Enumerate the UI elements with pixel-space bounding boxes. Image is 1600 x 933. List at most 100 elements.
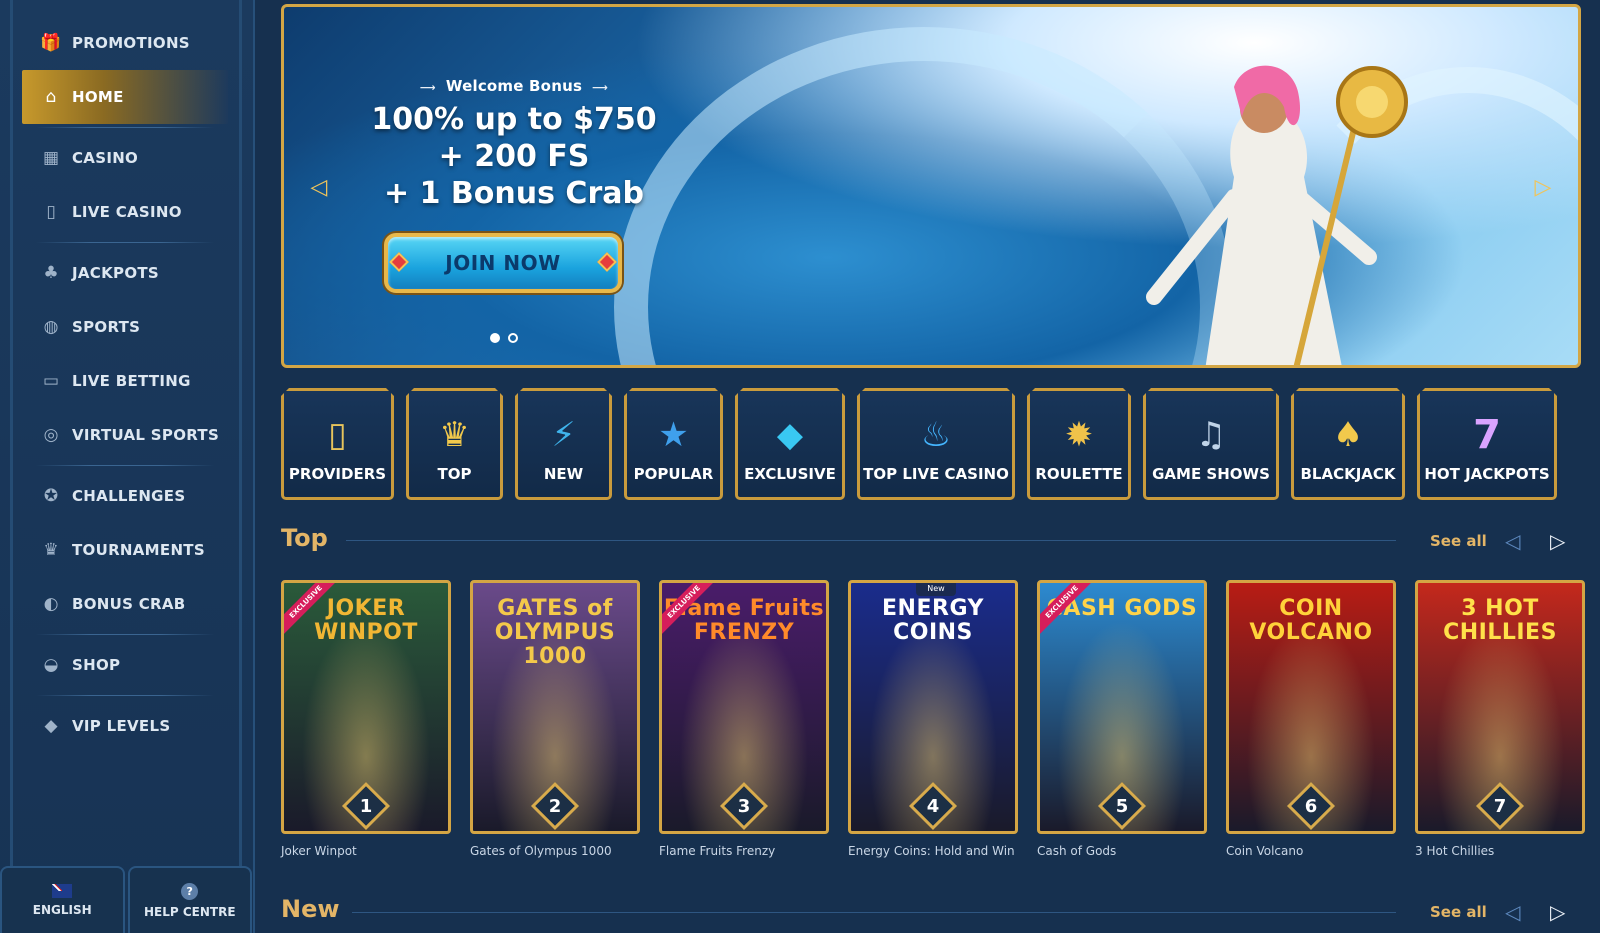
banner-subtitle: Welcome Bonus	[369, 77, 659, 95]
new-badge: New	[916, 583, 956, 596]
category-providers[interactable]: ▯ PROVIDERS	[281, 388, 394, 500]
category-top[interactable]: ♛ TOP	[406, 388, 503, 500]
trophy-icon: ♛	[43, 540, 59, 560]
game-name[interactable]: Energy Coins: Hold and Win	[848, 844, 1018, 858]
category-hot-jackpots[interactable]: 7 HOT JACKPOTS	[1417, 388, 1557, 500]
sidebar-item-virtual-sports[interactable]: ◎ VIRTUAL SPORTS	[22, 408, 228, 462]
category-exclusive[interactable]: ◆ EXCLUSIVE	[735, 388, 845, 500]
rank-badge: 2	[530, 781, 580, 831]
promo-banner[interactable]: Welcome Bonus 100% up to $750 + 200 FS +…	[281, 4, 1581, 368]
game-card[interactable]: Flame Fruits FRENZY EXCLUSIVE 3 Flame Fruit…	[659, 580, 829, 860]
banner-dot-2[interactable]	[508, 333, 518, 343]
game-card[interactable]: ENERGY COINS New 4 Energy Coins: Hold and W…	[848, 580, 1018, 860]
new-next-button[interactable]: ▷	[1550, 900, 1565, 924]
sidebar-item-label: PROMOTIONS	[72, 34, 190, 52]
top-section-title: Top	[281, 524, 328, 552]
top-see-all-link[interactable]: See all	[1430, 532, 1487, 550]
join-now-button[interactable]: JOIN NOW	[384, 233, 622, 293]
sidebar-item-jackpots[interactable]: ♣ JACKPOTS	[22, 246, 228, 300]
game-name[interactable]: Joker Winpot	[281, 844, 451, 858]
goddess-illustration	[1146, 65, 1408, 365]
top-next-button[interactable]: ▷	[1550, 529, 1565, 553]
game-thumbnail[interactable]: COIN VOLCANO 6	[1226, 580, 1396, 834]
category-game-shows[interactable]: ♫ GAME SHOWS	[1143, 388, 1279, 500]
rank-number: 4	[926, 795, 940, 817]
category-label: POPULAR	[633, 465, 714, 483]
cards-icon: ♠	[1332, 415, 1364, 455]
rank-number: 1	[359, 795, 373, 817]
category-label: TOP	[437, 465, 472, 483]
sidebar-item-challenges[interactable]: ✪ CHALLENGES	[22, 469, 228, 523]
category-roulette[interactable]: ✹ ROULETTE	[1027, 388, 1131, 500]
game-thumbnail[interactable]: ENERGY COINS New 4	[848, 580, 1018, 834]
banner-text: Welcome Bonus 100% up to $750 + 200 FS +…	[369, 77, 659, 212]
sidebar-item-label: SPORTS	[72, 318, 141, 336]
category-new[interactable]: ⚡ NEW	[515, 388, 612, 500]
sidebar-item-shop[interactable]: ◒ SHOP	[22, 638, 228, 692]
chevron-right-icon: ▷	[1534, 174, 1552, 200]
game-thumbnail[interactable]: JOKER WINPOT EXCLUSIVE 1	[281, 580, 451, 834]
category-label: GAME SHOWS	[1152, 465, 1270, 483]
sidebar-item-label: VIP LEVELS	[72, 717, 171, 735]
game-card[interactable]: 3 HOT CHILLIES 7 3 Hot Chillies	[1415, 580, 1585, 860]
category-label: NEW	[543, 465, 584, 483]
banner-dot-1[interactable]	[490, 333, 500, 343]
game-name[interactable]: Gates of Olympus 1000	[470, 844, 640, 858]
rank-badge: 6	[1286, 781, 1336, 831]
sidebar: 🎁 PROMOTIONS ⌂ HOME ▦ CASINO ▯ LIVE CASINO ♣ JACK…	[0, 0, 255, 933]
game-thumbnail[interactable]: 3 HOT CHILLIES 7	[1415, 580, 1585, 834]
category-top-live-casino[interactable]: ♨ TOP LIVE CASINO	[857, 388, 1015, 500]
game-name[interactable]: Flame Fruits Frenzy	[659, 844, 829, 858]
slot-machine-icon: ▦	[42, 148, 60, 168]
game-name[interactable]: Cash of Gods	[1037, 844, 1207, 858]
game-card[interactable]: CASH GODS EXCLUSIVE 5 Cash of Gods	[1037, 580, 1207, 860]
nav-divider	[36, 695, 214, 696]
game-name[interactable]: Coin Volcano	[1226, 844, 1396, 858]
sidebar-item-bonus-crab[interactable]: ◐ BONUS CRAB	[22, 577, 228, 631]
diamond-icon: ◆	[44, 716, 58, 736]
category-blackjack[interactable]: ♠ BLACKJACK	[1291, 388, 1405, 500]
banner-prev-button[interactable]: ◁	[304, 172, 334, 202]
top-games-row: JOKER WINPOT EXCLUSIVE 1 Joker Winpot GATES …	[281, 580, 1585, 860]
sidebar-item-label: SHOP	[72, 656, 121, 674]
game-thumbnail[interactable]: GATES of OLYMPUS 1000 2	[470, 580, 640, 834]
new-prev-button[interactable]: ◁	[1505, 900, 1520, 924]
game-card[interactable]: COIN VOLCANO 6 Coin Volcano	[1226, 580, 1396, 860]
crab-icon: ◐	[43, 594, 59, 614]
game-name[interactable]: 3 Hot Chillies	[1415, 844, 1585, 858]
game-thumbnail[interactable]: CASH GODS EXCLUSIVE 5	[1037, 580, 1207, 834]
basket-icon: ◒	[43, 655, 59, 675]
category-label: TOP LIVE CASINO	[863, 465, 1009, 483]
sidebar-item-casino[interactable]: ▦ CASINO	[22, 131, 228, 185]
game-card[interactable]: GATES of OLYMPUS 1000 2 Gates of Olympus 1…	[470, 580, 640, 860]
rank-badge: 4	[908, 781, 958, 831]
sidebar-item-vip-levels[interactable]: ◆ VIP LEVELS	[22, 699, 228, 753]
help-centre-button[interactable]: ? HELP CENTRE	[127, 866, 252, 933]
banner-pagination	[490, 333, 518, 343]
nav-divider	[36, 127, 214, 128]
category-label: ROULETTE	[1035, 465, 1123, 483]
new-section-title: New	[281, 895, 340, 923]
card-icon: ▯	[328, 415, 347, 455]
gift-icon: 🎁	[40, 33, 62, 53]
chevron-left-icon: ◁	[1505, 529, 1521, 553]
top-prev-button[interactable]: ◁	[1505, 529, 1520, 553]
new-see-all-link[interactable]: See all	[1430, 903, 1487, 921]
sidebar-item-label: HOME	[72, 88, 124, 106]
section-divider	[352, 912, 1396, 913]
language-selector[interactable]: ENGLISH	[0, 866, 125, 933]
banner-next-button[interactable]: ▷	[1528, 172, 1558, 202]
sidebar-item-home[interactable]: ⌂ HOME	[22, 70, 228, 124]
category-popular[interactable]: ★ POPULAR	[624, 388, 723, 500]
sidebar-item-live-betting[interactable]: ▭ LIVE BETTING	[22, 354, 228, 408]
rank-badge: 1	[341, 781, 391, 831]
category-label: EXCLUSIVE	[744, 465, 836, 483]
game-card[interactable]: JOKER WINPOT EXCLUSIVE 1 Joker Winpot	[281, 580, 451, 860]
chevron-left-icon: ◁	[1505, 900, 1521, 924]
sidebar-item-sports[interactable]: ◍ SPORTS	[22, 300, 228, 354]
sidebar-item-promotions[interactable]: 🎁 PROMOTIONS	[22, 16, 228, 70]
banner-headline-2: + 200 FS	[438, 139, 590, 174]
game-thumbnail[interactable]: Flame Fruits FRENZY EXCLUSIVE 3	[659, 580, 829, 834]
sidebar-item-tournaments[interactable]: ♛ TOURNAMENTS	[22, 523, 228, 577]
sidebar-item-live-casino[interactable]: ▯ LIVE CASINO	[22, 185, 228, 239]
